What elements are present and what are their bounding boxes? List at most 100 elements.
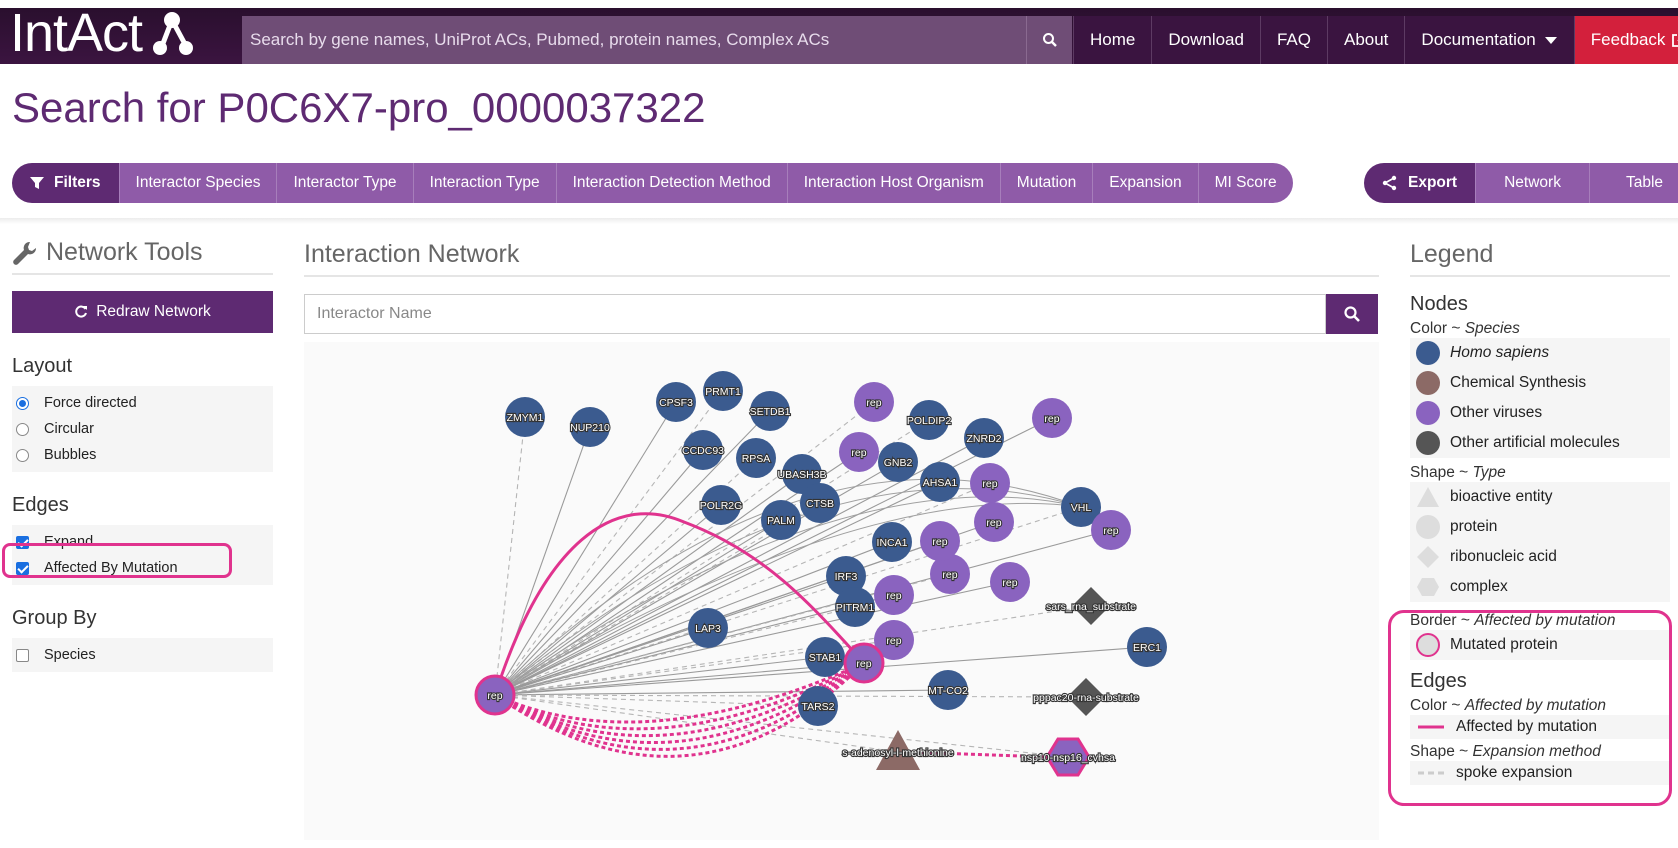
node-tars2[interactable]: TARS2: [798, 686, 838, 726]
node-ctsb[interactable]: CTSB: [800, 483, 840, 523]
nav-documentation[interactable]: Documentation: [1404, 16, 1574, 64]
node-rpsa[interactable]: RPSA: [736, 438, 776, 478]
node-rep[interactable]: rep: [970, 463, 1010, 503]
node-label: pppac20-rna-substrate: [1033, 692, 1139, 704]
nav-download[interactable]: Download: [1151, 16, 1260, 64]
node-rep[interactable]: rep: [1032, 398, 1072, 438]
node-stab1[interactable]: STAB1: [805, 637, 845, 677]
nav-home[interactable]: Home: [1073, 16, 1152, 64]
global-search-input[interactable]: [242, 30, 1022, 50]
nav-faq[interactable]: FAQ: [1259, 16, 1327, 64]
radio-bubbles[interactable]: [16, 448, 29, 462]
filter-mi-score[interactable]: MI Score: [1197, 163, 1293, 203]
layout-bubbles[interactable]: Bubbles: [12, 442, 273, 468]
layout-force-directed[interactable]: Force directed: [12, 390, 273, 416]
export-button[interactable]: Export: [1364, 163, 1476, 203]
node-ccdc93[interactable]: CCDC93: [681, 430, 725, 470]
interaction-edge[interactable]: [494, 449, 704, 696]
node-erc1[interactable]: ERC1: [1127, 627, 1167, 667]
node-rep[interactable]: rep: [843, 642, 885, 684]
node-label: POLR2G: [700, 500, 743, 512]
interaction-edge[interactable]: [494, 519, 782, 696]
node-rep[interactable]: rep: [854, 382, 894, 422]
node-lap3[interactable]: LAP3: [688, 608, 728, 648]
diamond-shape-icon: [1417, 546, 1439, 568]
node-inca1[interactable]: INCA1: [872, 522, 912, 562]
node-rep[interactable]: rep: [974, 502, 1014, 542]
node-sars-rna-substrate[interactable]: sars_rna_substrate: [1045, 587, 1137, 625]
node-label: UBASH3B: [777, 469, 826, 481]
interaction-edge[interactable]: [494, 694, 1069, 758]
node-rep[interactable]: rep: [990, 562, 1030, 602]
export-table[interactable]: Table: [1588, 163, 1678, 203]
global-search-button[interactable]: [1026, 16, 1072, 64]
export-bar: Export Network Table: [1364, 163, 1678, 203]
node-label: rep: [851, 447, 866, 459]
main-nav: Home Download FAQ About Documentation Fe…: [1073, 16, 1678, 64]
interactor-search-input[interactable]: [305, 295, 1325, 333]
interaction-edge[interactable]: [494, 689, 949, 696]
node-rep[interactable]: rep: [474, 674, 516, 716]
intact-logo[interactable]: IntAct: [10, 3, 196, 63]
filter-interactor-species[interactable]: Interactor Species: [118, 163, 277, 203]
node-rep[interactable]: rep: [839, 432, 879, 472]
redraw-network-button[interactable]: Redraw Network: [12, 291, 273, 333]
checkbox-species[interactable]: [16, 648, 29, 662]
node-setdb1[interactable]: SETDB1: [748, 391, 792, 431]
interaction-edge[interactable]: [494, 410, 771, 696]
node-polr2g[interactable]: POLR2G: [699, 485, 743, 525]
interaction-network-title: Interaction Network: [304, 240, 1379, 277]
node-palm[interactable]: PALM: [761, 500, 801, 540]
radio-force-directed[interactable]: [16, 396, 29, 410]
node-nsp10-nsp16-cvhsa[interactable]: nsp10-nsp16_cvhsa: [1020, 737, 1116, 777]
group-species[interactable]: Species: [12, 642, 273, 668]
layout-circular-label: Circular: [44, 421, 94, 437]
node-s-adenosyl-l-methionine[interactable]: s-adenosyl-l-methionine: [841, 730, 955, 770]
node-cpsf3[interactable]: CPSF3: [656, 382, 696, 422]
node-mt-co2[interactable]: MT-CO2: [927, 670, 969, 710]
filter-interaction-type[interactable]: Interaction Type: [412, 163, 556, 203]
legend-species-chemical: Chemical Synthesis: [1410, 368, 1670, 398]
node-pppac20-rna-substrate[interactable]: pppac20-rna-substrate: [1032, 678, 1140, 716]
search-icon: [1344, 306, 1360, 322]
layout-circular[interactable]: Circular: [12, 416, 273, 442]
filter-expansion[interactable]: Expansion: [1092, 163, 1198, 203]
node-label: rep: [856, 658, 871, 670]
node-ahsa1[interactable]: AHSA1: [920, 462, 960, 502]
filter-detection-method[interactable]: Interaction Detection Method: [555, 163, 787, 203]
legend-color-key: Color ~ Species: [1410, 320, 1670, 338]
interaction-edge[interactable]: [494, 529, 1112, 696]
node-label: ERC1: [1133, 642, 1161, 654]
node-nup210[interactable]: NUP210: [569, 407, 611, 447]
network-graph[interactable]: ZMYM1 NUP210 CPSF3 PRMT1 SETDB1 CCDC93 RPSA UBA…: [304, 342, 1379, 840]
node-label: rep: [932, 536, 947, 548]
node-znrd2[interactable]: ZNRD2: [964, 418, 1004, 458]
filter-host-organism[interactable]: Interaction Host Organism: [786, 163, 1000, 203]
node-label: CCDC93: [682, 445, 724, 457]
legend-species-viruses: Other viruses: [1410, 398, 1670, 428]
node-label: rep: [866, 397, 881, 409]
node-rep[interactable]: rep: [874, 575, 914, 615]
node-gnb2[interactable]: GNB2: [878, 442, 918, 482]
filter-mutation[interactable]: Mutation: [999, 163, 1093, 203]
export-network[interactable]: Network: [1475, 163, 1589, 203]
radio-circular[interactable]: [16, 422, 29, 436]
node-zmym1[interactable]: ZMYM1: [505, 397, 545, 437]
logo-network-icon: [146, 8, 196, 58]
filters-button[interactable]: Filters: [12, 163, 119, 203]
node-label: POLDIP2: [907, 415, 952, 427]
interactor-search-button[interactable]: [1326, 294, 1378, 334]
swatch-viruses: [1416, 401, 1440, 425]
network-canvas[interactable]: ZMYM1 NUP210 CPSF3 PRMT1 SETDB1 CCDC93 RPSA UBA…: [304, 342, 1379, 840]
filter-interactor-type[interactable]: Interactor Type: [276, 163, 413, 203]
nav-feedback[interactable]: Feedback: [1573, 16, 1678, 64]
node-pitrm1[interactable]: PITRM1: [835, 587, 876, 627]
node-prmt1[interactable]: PRMT1: [703, 371, 743, 411]
nav-about[interactable]: About: [1326, 16, 1405, 64]
interaction-edge[interactable]: [494, 694, 1087, 698]
triangle-shape-icon: [1417, 487, 1439, 507]
node-poldip2[interactable]: POLDIP2: [906, 400, 952, 440]
legend-type-bioactive: bioactive entity: [1410, 482, 1670, 512]
node-rep[interactable]: rep: [1091, 510, 1131, 550]
node-rep[interactable]: rep: [920, 521, 960, 561]
